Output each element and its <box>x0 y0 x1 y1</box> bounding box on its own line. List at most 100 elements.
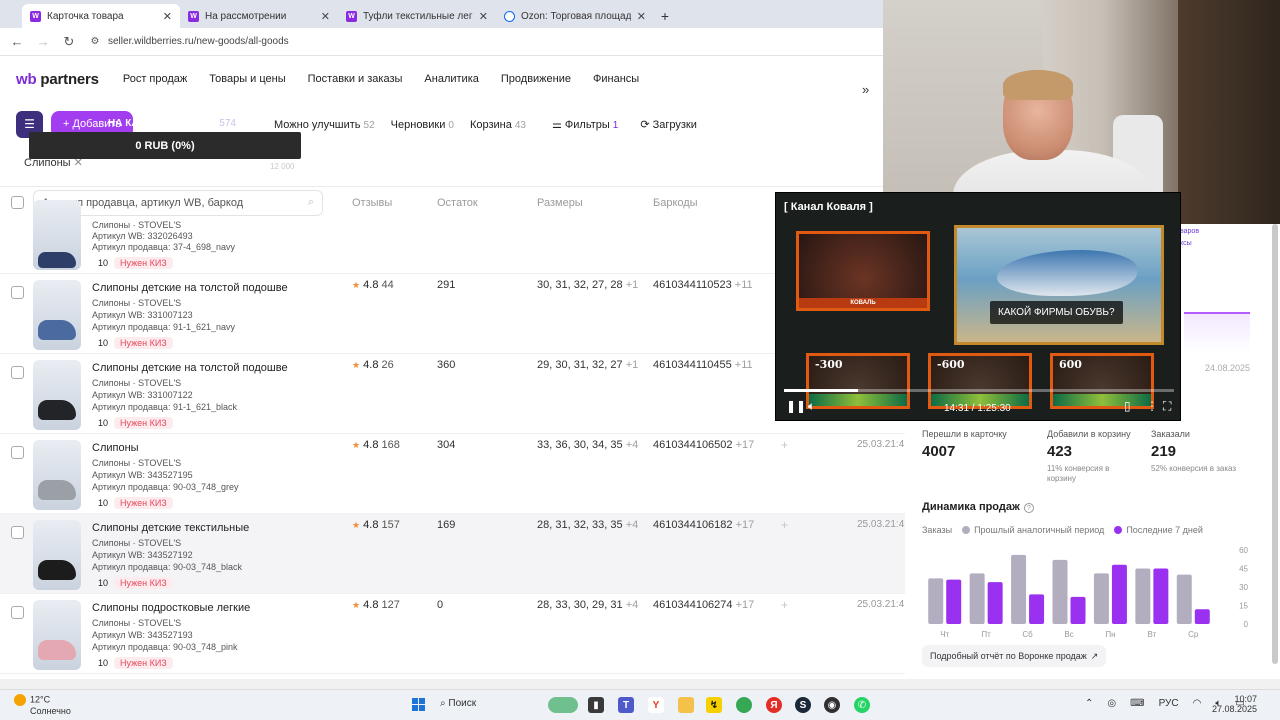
more-icon[interactable]: ⋮ <box>1146 399 1158 413</box>
add-icon[interactable]: + <box>781 518 788 532</box>
browser-tab[interactable]: W Туфли текстильные легкие в с ✕ <box>338 4 496 28</box>
product-name[interactable]: Слипоны детские на толстой подошве <box>92 362 288 374</box>
taskbar-search[interactable]: ⌕ Поиск <box>440 698 476 709</box>
whatsapp-app-icon[interactable]: ✆ <box>854 697 870 713</box>
table-row[interactable]: Слипоны подростковые легкие Слипоны · STO… <box>0 594 905 674</box>
sizes-more[interactable]: +4 <box>626 519 639 531</box>
chart-bar[interactable] <box>1029 594 1045 624</box>
tag-item[interactable]: ксы <box>1180 238 1199 250</box>
close-icon[interactable]: ✕ <box>74 157 83 169</box>
forward-icon[interactable]: → <box>36 34 50 49</box>
filter-chip[interactable]: Слипоны ✕ <box>24 156 83 169</box>
close-icon[interactable]: ✕ <box>479 10 488 23</box>
fullscreen-icon[interactable]: ⛶ <box>1163 399 1171 414</box>
product-thumbnail[interactable] <box>33 360 81 430</box>
sizes-more[interactable]: +4 <box>626 439 639 451</box>
nav-item[interactable]: Рост продаж <box>123 73 187 85</box>
add-icon[interactable]: + <box>781 438 788 452</box>
barcodes-more[interactable]: +17 <box>736 519 755 531</box>
product-rating[interactable]: ★ 4.8 157 <box>352 519 400 531</box>
tray-app-icon[interactable]: ◎ <box>1107 698 1116 709</box>
uploads-button[interactable]: ⟳ Загрузки <box>640 118 697 131</box>
column-header-reviews[interactable]: Отзывы <box>352 197 392 209</box>
nav-item[interactable]: Поставки и заказы <box>308 73 403 85</box>
video-seekbar[interactable] <box>784 389 1174 392</box>
bookmark-icon[interactable]: ▯ <box>1124 399 1131 413</box>
product-name[interactable]: Слипоны подростковые легкие <box>92 602 250 614</box>
product-thumbnail[interactable] <box>33 520 81 590</box>
chart-bar[interactable] <box>1176 574 1192 624</box>
clock[interactable]: 10:07 27.08.2025 <box>1212 694 1257 714</box>
back-icon[interactable]: ← <box>10 34 24 49</box>
chart-bar[interactable] <box>1011 554 1027 624</box>
volume-icon[interactable]: 🔈︎ <box>808 399 815 414</box>
wifi-icon[interactable]: ◠ <box>1193 698 1202 709</box>
product-rating[interactable]: ★ 4.8 26 <box>352 359 394 371</box>
chevron-up-icon[interactable]: ⌃ <box>1085 698 1093 709</box>
table-row[interactable]: Слипоны детские на толстой подошве Слипон… <box>0 274 905 354</box>
table-row[interactable]: Слипоны · STOVEL'S Артикул WB: 332026493… <box>0 200 905 274</box>
column-header-barcodes[interactable]: Баркоды <box>653 197 698 209</box>
url-field[interactable]: seller.wildberries.ru/new-goods/all-good… <box>108 36 289 47</box>
chart-bar[interactable] <box>1070 596 1086 624</box>
barcodes-more[interactable]: +11 <box>735 359 753 371</box>
weather-widget[interactable]: 12°C Солнечно <box>14 694 71 716</box>
pause-icon[interactable]: ❚❚ <box>786 399 806 413</box>
product-thumbnail[interactable] <box>33 600 81 670</box>
chart-bar[interactable] <box>1153 568 1169 625</box>
reload-icon[interactable]: ↻ <box>62 34 76 50</box>
chart-bar[interactable] <box>1052 559 1068 624</box>
filter-tab[interactable]: Корзина 43 <box>470 119 526 131</box>
chart-bar[interactable] <box>969 573 985 624</box>
obs-app-icon[interactable]: ◉ <box>824 697 840 713</box>
filters-button[interactable]: ⚌ Фильтры 1 <box>552 118 618 131</box>
help-icon[interactable]: ? <box>1023 503 1034 513</box>
video-player[interactable]: КОВАЛЬ КАКОЙ ФИРМЫ ОБУВЬ? -300 -600 600 … <box>775 192 1181 421</box>
yandex-app-icon[interactable]: Y <box>648 697 664 713</box>
close-icon[interactable]: ✕ <box>163 10 172 23</box>
teams-app-icon[interactable]: T <box>618 697 634 713</box>
yandex-browser-icon[interactable]: Я <box>766 697 782 713</box>
row-checkbox[interactable] <box>11 286 24 299</box>
close-icon[interactable]: ✕ <box>321 10 330 23</box>
tray-keyboard-icon[interactable]: ⌨ <box>1130 698 1144 709</box>
row-checkbox[interactable] <box>11 446 24 459</box>
terminal-app-icon[interactable]: ▮ <box>588 697 604 713</box>
horizontal-scrollbar[interactable] <box>0 679 1280 689</box>
table-row[interactable]: Слипоны Слипоны · STOVEL'S Артикул WB: 343… <box>0 434 905 514</box>
vertical-scrollbar[interactable] <box>1272 224 1278 664</box>
product-rating[interactable]: ★ 4.8 168 <box>352 439 400 451</box>
chrome-app-icon[interactable] <box>736 697 752 713</box>
steam-app-icon[interactable]: S <box>795 697 811 713</box>
barcodes-more[interactable]: +11 <box>735 279 753 291</box>
logo[interactable]: wb partners <box>16 71 99 88</box>
chart-bar[interactable] <box>928 578 944 624</box>
product-name[interactable]: Слипоны детские на толстой подошве <box>92 282 288 294</box>
product-rating[interactable]: ★ 4.8 127 <box>352 599 400 611</box>
select-all-checkbox[interactable] <box>11 196 24 209</box>
column-header-sizes[interactable]: Размеры <box>537 197 583 209</box>
tag-item[interactable]: варов <box>1180 226 1199 238</box>
chart-bar[interactable] <box>1194 609 1210 624</box>
expand-icon[interactable]: » <box>862 82 869 97</box>
nav-item[interactable]: Продвижение <box>501 73 571 85</box>
browser-tab[interactable]: W Карточка товара ✕ <box>22 4 180 28</box>
site-info-icon[interactable]: ⚙ <box>88 36 102 47</box>
nav-item[interactable]: Аналитика <box>424 73 478 85</box>
windows-start-icon[interactable] <box>412 698 426 712</box>
close-icon[interactable]: ✕ <box>637 10 646 23</box>
chart-bar[interactable] <box>1111 564 1127 624</box>
stocks-app-icon[interactable]: ↯ <box>706 697 722 713</box>
product-thumbnail[interactable] <box>33 200 81 270</box>
browser-tab[interactable]: Ozon: Торговая площадка ✕ <box>496 4 654 28</box>
chart-bar[interactable] <box>1093 573 1109 624</box>
legend-item-last[interactable]: Последние 7 дней <box>1114 525 1203 535</box>
chart-bar[interactable] <box>946 579 962 624</box>
chart-bar[interactable] <box>987 582 1003 624</box>
sizes-more[interactable]: +1 <box>626 279 639 291</box>
table-row[interactable]: Слипоны детские текстильные Слипоны · STO… <box>0 514 905 594</box>
sizes-more[interactable]: +4 <box>626 599 639 611</box>
barcodes-more[interactable]: +17 <box>736 599 755 611</box>
filter-tab[interactable]: Можно улучшить 52 <box>274 119 375 131</box>
nav-item[interactable]: Товары и цены <box>209 73 285 85</box>
